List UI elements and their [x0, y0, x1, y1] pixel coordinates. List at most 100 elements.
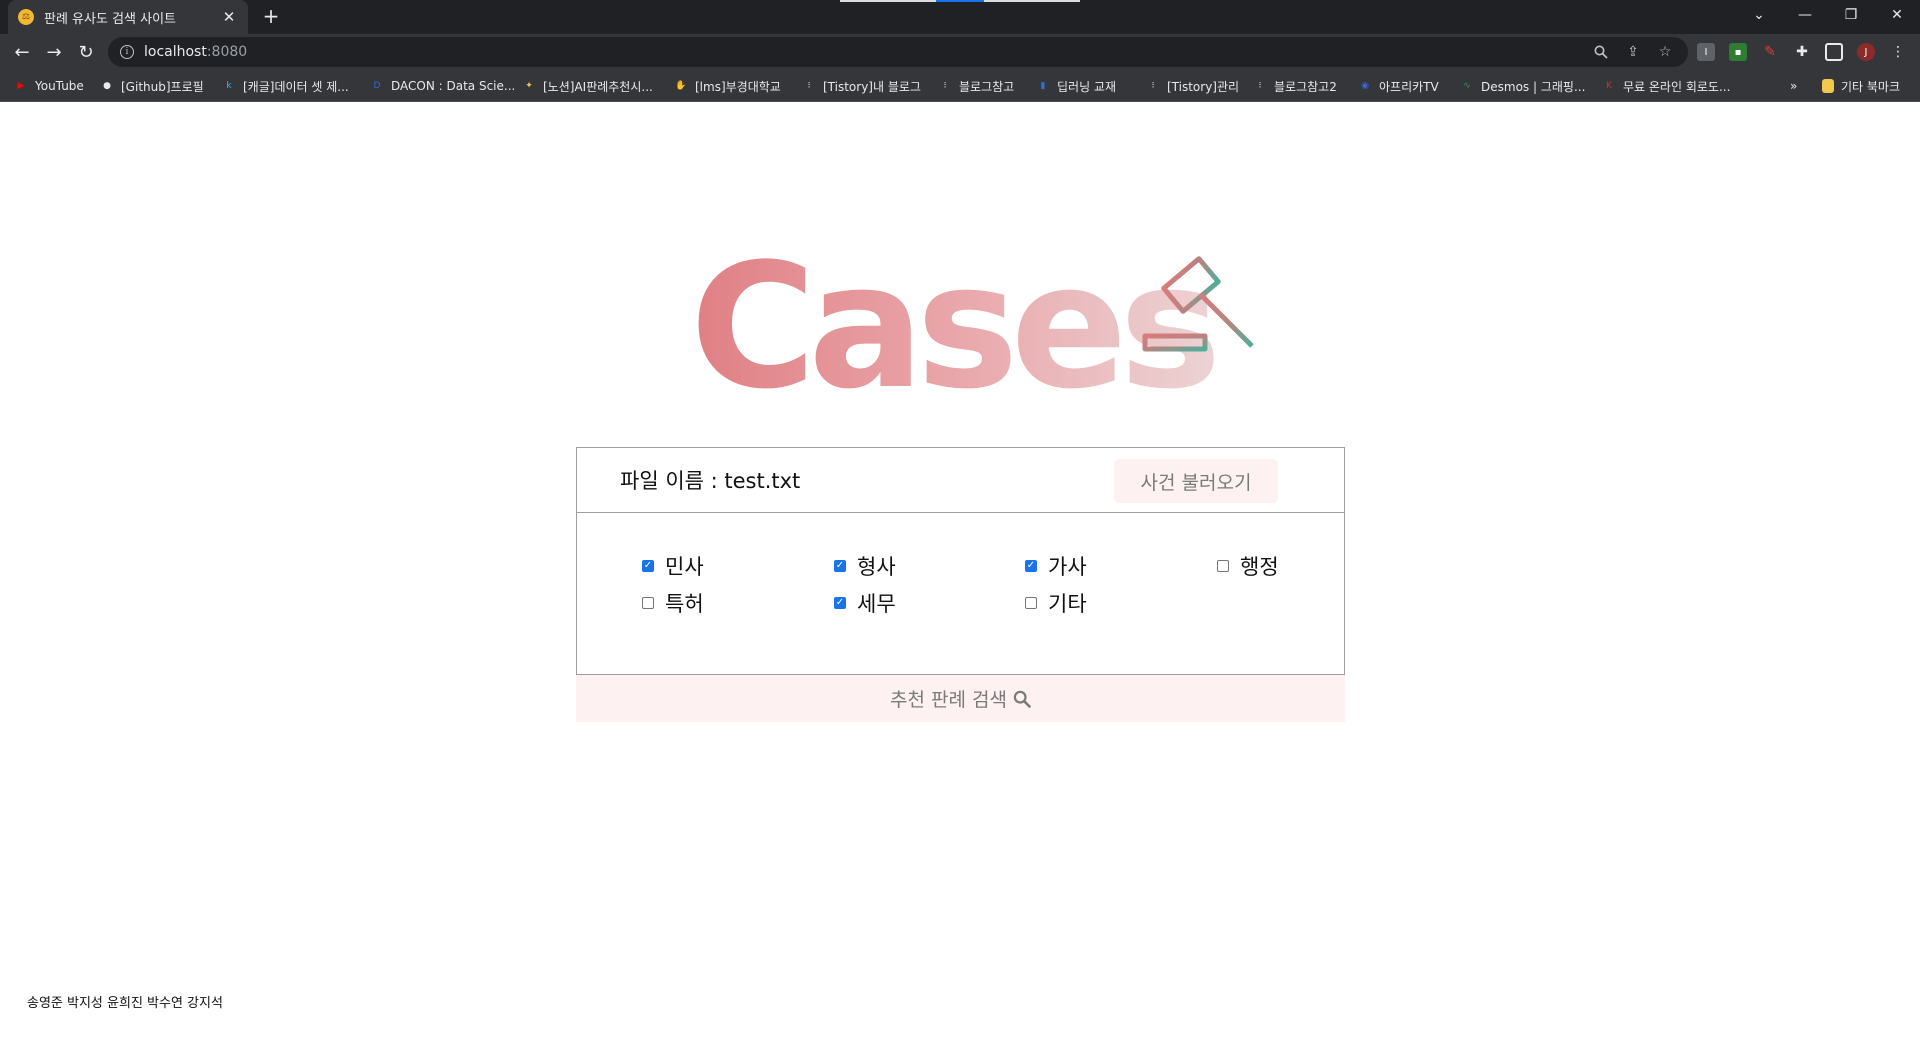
page-content: Cases 파일 이름 : test.txt 사건 불러오기 ✓ 민사 ✓ 형사 ✓ 가사… — [0, 102, 1920, 1040]
bookmark-item[interactable]: ▶ YouTube — [14, 77, 84, 95]
category-label: 기타 — [1048, 592, 1087, 616]
category-label: 민사 — [665, 555, 704, 579]
team-members: 송영준 박지성 윤희진 박수연 강지석 — [27, 996, 223, 1011]
bookmark-item[interactable]: ⁝ [Tistory]관리 — [1146, 77, 1240, 95]
loading-indicator-active — [936, 0, 984, 2]
bookmark-label: YouTube — [35, 79, 84, 93]
side-panel-icon[interactable] — [1825, 43, 1843, 61]
profile-avatar[interactable]: J — [1857, 43, 1875, 61]
file-name-value: test.txt — [724, 469, 801, 493]
category-checkbox[interactable]: ✓ — [1025, 560, 1037, 572]
recommend-search-button[interactable]: 추천 판례 검색 — [576, 675, 1345, 722]
dacon-icon: D — [373, 81, 381, 91]
category-checkbox-item[interactable]: ✓ 가사 — [1025, 554, 1087, 579]
hand-icon: ✋ — [675, 81, 687, 91]
tistory-icon: ⁝ — [1151, 81, 1155, 91]
url-text[interactable]: localhost:8080 — [144, 44, 247, 60]
youtube-icon: ▶ — [17, 81, 25, 91]
bookmark-item[interactable]: ● [Github]프로필 — [100, 77, 204, 95]
category-checkbox-item[interactable]: 특허 — [642, 591, 704, 616]
bookmarks-bar: ▶ YouTube ● [Github]프로필 k [캐글]데이터 셋 제... D DACO… — [0, 70, 1920, 102]
minimize-icon[interactable]: — — [1782, 0, 1828, 30]
bookmark-item[interactable]: ⁝ 블로그참고 — [938, 77, 1015, 95]
logo-text: Cases — [690, 226, 1222, 427]
category-label: 세무 — [857, 592, 896, 616]
extensions-puzzle-icon[interactable]: ✚ — [1793, 43, 1811, 61]
lightbulb-icon: ✦ — [525, 81, 533, 91]
category-checkbox[interactable] — [1217, 560, 1229, 572]
back-icon[interactable]: ← — [8, 38, 36, 66]
file-name-display: 파일 이름 : test.txt — [620, 465, 800, 495]
bookmark-label: [Tistory]내 블로그 — [823, 79, 921, 94]
extension-pen-icon[interactable]: ✎ — [1761, 43, 1779, 61]
category-label: 특허 — [665, 592, 704, 616]
load-case-button[interactable]: 사건 불러오기 — [1114, 459, 1278, 503]
category-checkbox[interactable]: ✓ — [834, 560, 846, 572]
bookmark-label: [lms]부경대학교 — [695, 79, 781, 94]
scales-favicon-icon: ⚖ — [18, 9, 34, 25]
category-checkbox-item[interactable]: ✓ 민사 — [642, 554, 704, 579]
search-button-label: 추천 판례 검색 — [890, 689, 1007, 711]
forward-icon[interactable]: → — [40, 38, 68, 66]
browser-tab[interactable]: ⚖ 판례 유사도 검색 사이트 ✕ — [8, 0, 248, 34]
folder-icon — [1822, 79, 1834, 93]
bookmark-star-icon[interactable]: ☆ — [1656, 43, 1674, 61]
url-host: localhost — [144, 44, 207, 60]
loading-indicator-tail — [984, 0, 1080, 2]
bookmark-item[interactable]: ✋ [lms]부경대학교 — [674, 77, 781, 95]
close-tab-icon[interactable]: ✕ — [220, 8, 238, 26]
bookmark-item[interactable]: ✦ [노션]AI판례추천시... — [522, 77, 653, 95]
category-checkbox[interactable] — [642, 597, 654, 609]
bookmark-label: [노션]AI판례추천시... — [543, 79, 653, 94]
bookmark-item[interactable]: ⁝ 블로그참고2 — [1253, 77, 1337, 95]
bookmark-item[interactable]: ◉ 아프리카TV — [1358, 77, 1439, 95]
reload-icon[interactable]: ↻ — [72, 38, 100, 66]
bookmark-label: 블로그참고2 — [1274, 79, 1337, 94]
tab-search-icon[interactable]: ⌄ — [1736, 0, 1782, 30]
zoom-icon[interactable] — [1592, 43, 1610, 61]
new-tab-icon[interactable]: + — [258, 4, 284, 30]
bookmark-item[interactable]: ▮ 딥러닝 교재 — [1036, 77, 1117, 95]
category-checkbox-item[interactable]: ✓ 형사 — [834, 554, 896, 579]
extension-i-icon[interactable]: I — [1697, 43, 1715, 61]
category-checkbox-item[interactable]: ✓ 세무 — [834, 591, 896, 616]
github-icon: ● — [103, 81, 111, 91]
tab-title: 판례 유사도 검색 사이트 — [44, 11, 176, 27]
bookmark-item[interactable]: K 무료 온라인 회로도... — [1602, 77, 1730, 95]
bookmark-item[interactable]: D DACON : Data Scie... — [370, 77, 516, 95]
bookmark-label: 무료 온라인 회로도... — [1623, 79, 1731, 94]
category-checkbox-item[interactable]: 기타 — [1025, 591, 1087, 616]
file-row: 파일 이름 : test.txt 사건 불러오기 — [577, 448, 1344, 513]
loading-indicator — [840, 0, 936, 2]
category-checkbox-item[interactable]: 행정 — [1217, 554, 1279, 579]
gavel-icon — [1142, 256, 1254, 352]
tistory-icon: ⁝ — [1258, 81, 1262, 91]
category-checkbox[interactable] — [1025, 597, 1037, 609]
site-info-icon[interactable]: i — [120, 45, 134, 59]
case-search-panel: 파일 이름 : test.txt 사건 불러오기 ✓ 민사 ✓ 형사 ✓ 가사 행정특허 ✓ 세… — [576, 447, 1345, 675]
browser-toolbar: ← → ↻ i localhost:8080 ⇪ ☆ I ▪ ✎ ✚ J ⋮ — [0, 34, 1920, 70]
more-bookmarks-icon[interactable]: » — [1790, 77, 1797, 95]
bookmark-item[interactable]: ∿ Desmos | 그래핑... — [1460, 77, 1585, 95]
bookmark-item[interactable]: k [캐글]데이터 셋 제... — [222, 77, 348, 95]
kaggle-icon: k — [226, 81, 232, 91]
share-icon[interactable]: ⇪ — [1624, 43, 1642, 61]
category-label: 행정 — [1240, 555, 1279, 579]
menu-kebab-icon[interactable]: ⋮ — [1889, 43, 1907, 61]
category-label: 형사 — [857, 555, 896, 579]
category-checkbox[interactable]: ✓ — [834, 597, 846, 609]
address-bar[interactable]: i localhost:8080 ⇪ ☆ — [108, 37, 1688, 67]
restore-icon[interactable]: ❐ — [1828, 0, 1874, 30]
extension-green-icon[interactable]: ▪ — [1729, 43, 1747, 61]
bookmark-label: [Github]프로필 — [121, 79, 204, 94]
browser-tab-strip: ⚖ 판례 유사도 검색 사이트 ✕ + ⌄ — ❐ ✕ — [0, 0, 1920, 34]
close-window-icon[interactable]: ✕ — [1874, 0, 1920, 30]
url-port: :8080 — [206, 44, 248, 60]
bookmark-label: DACON : Data Scie... — [391, 79, 516, 93]
circuit-icon: K — [1606, 81, 1612, 91]
bookmark-label: 아프리카TV — [1379, 79, 1439, 94]
category-checkbox[interactable]: ✓ — [642, 560, 654, 572]
bookmark-label: 블로그참고 — [959, 79, 1015, 94]
bookmark-item[interactable]: ⁝ [Tistory]내 블로그 — [802, 77, 921, 95]
other-bookmarks[interactable]: 기타 북마크 — [1822, 77, 1900, 95]
